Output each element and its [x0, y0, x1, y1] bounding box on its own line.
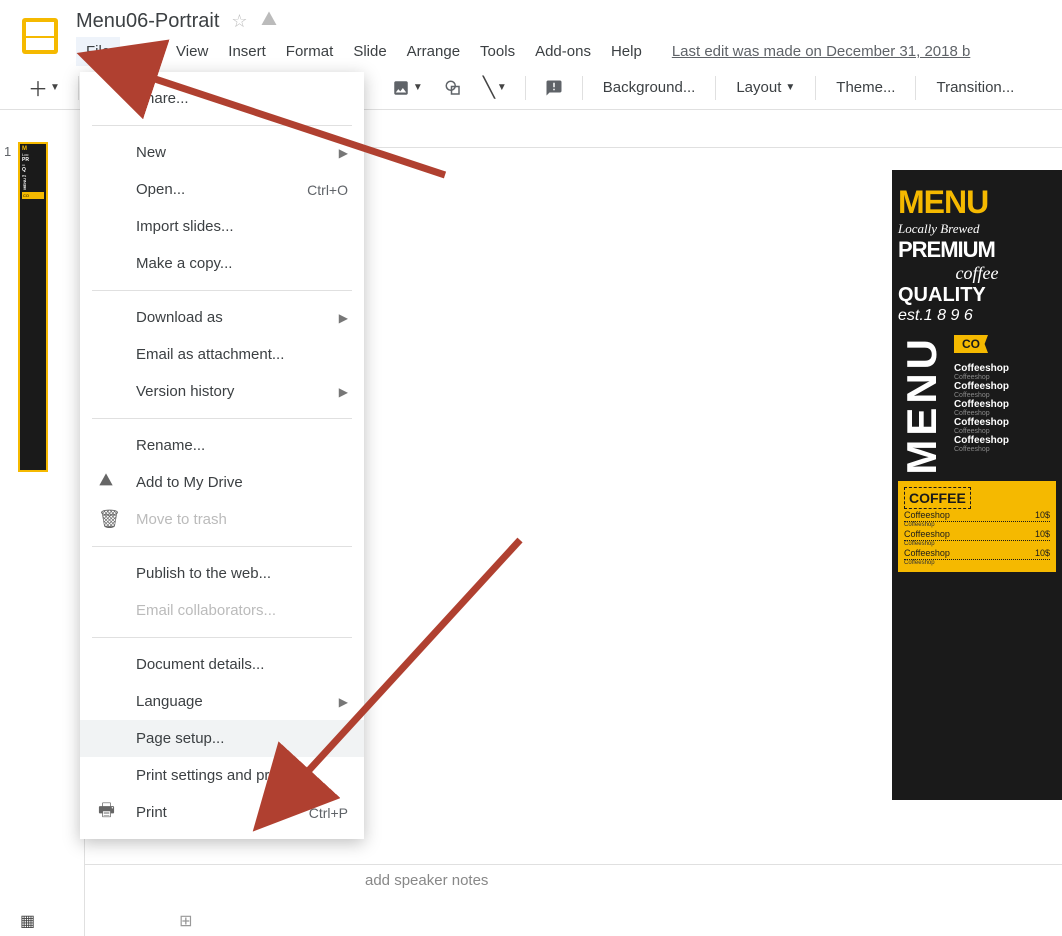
menu-file[interactable]: File [76, 37, 120, 66]
menu-arrange[interactable]: Arrange [397, 37, 470, 66]
menu-item-language[interactable]: Language▶ [80, 683, 364, 720]
menu-item-new[interactable]: New▶ [80, 134, 364, 171]
slide-text-quality: QUALITY [898, 284, 1056, 307]
menu-item-publish-web[interactable]: Publish to the web... [80, 555, 364, 592]
transition-button[interactable]: Transition... [926, 73, 1024, 102]
print-icon: 🖶 [98, 798, 115, 828]
notes-placeholder: add speaker notes [365, 872, 488, 889]
file-dropdown-menu: Share... New▶ Open...Ctrl+O Import slide… [80, 72, 364, 839]
slide-number: 1 [4, 144, 11, 159]
menu-item-download-as[interactable]: Download as▶ [80, 299, 364, 336]
menubar: File Edit View Insert Format Slide Arran… [76, 37, 1062, 66]
menu-edit[interactable]: Edit [120, 37, 166, 66]
document-title[interactable]: Menu06-Portrait [76, 10, 219, 33]
menu-help[interactable]: Help [601, 37, 652, 66]
slide-panel: 1 M Loc PR co Q es MENU CO [0, 130, 85, 936]
menu-view[interactable]: View [166, 37, 218, 66]
menu-item-email-collaborators: Email collaborators... [80, 592, 364, 629]
slide-coffee-title: COFFEE [904, 487, 971, 509]
slide-thumbnail[interactable]: M Loc PR co Q es MENU CO [18, 142, 48, 472]
drive-icon [98, 472, 114, 493]
new-slide-button[interactable]: ＋ ▼ [20, 69, 68, 106]
slide-item: Coffeeshop [954, 363, 1056, 374]
star-icon[interactable]: ☆ [231, 11, 247, 32]
shape-button[interactable] [435, 75, 471, 101]
slide-text-menu-vertical: MENU [898, 335, 946, 475]
menu-item-email-attachment[interactable]: Email as attachment... [80, 336, 364, 373]
slide-canvas[interactable]: MENU Locally Brewed PREMIUM coffee QUALI… [892, 170, 1062, 800]
grid-view-icon[interactable]: ▦ [20, 911, 35, 931]
slide-text-locally: Locally Brewed [898, 221, 1056, 237]
trash-icon: 🗑 [98, 509, 121, 530]
slides-icon [22, 18, 58, 54]
menu-item-document-details[interactable]: Document details... [80, 646, 364, 683]
menu-slide[interactable]: Slide [343, 37, 396, 66]
menu-addons[interactable]: Add-ons [525, 37, 601, 66]
menu-item-page-setup[interactable]: Page setup... [80, 720, 364, 757]
menu-item-open[interactable]: Open...Ctrl+O [80, 171, 364, 208]
image-button[interactable]: ▼ [383, 75, 431, 101]
menu-item-add-to-drive[interactable]: Add to My Drive [80, 464, 364, 501]
theme-button[interactable]: Theme... [826, 73, 905, 102]
layout-button[interactable]: Layout ▼ [726, 73, 805, 102]
slide-text-premium: PREMIUM [898, 237, 1056, 263]
slide-tag-co: CO [954, 335, 988, 353]
speaker-notes[interactable]: add speaker notes [85, 864, 1062, 896]
menu-format[interactable]: Format [276, 37, 344, 66]
menu-tools[interactable]: Tools [470, 37, 525, 66]
slide-text-coffee: coffee [898, 263, 1056, 284]
menu-item-move-to-trash: 🗑Move to trash [80, 501, 364, 538]
background-button[interactable]: Background... [593, 73, 706, 102]
drive-status-icon[interactable] [260, 10, 278, 33]
menu-item-make-copy[interactable]: Make a copy... [80, 245, 364, 282]
menu-item-version-history[interactable]: Version history▶ [80, 373, 364, 410]
menu-item-share[interactable]: Share... [80, 80, 364, 117]
menu-item-rename[interactable]: Rename... [80, 427, 364, 464]
menu-insert[interactable]: Insert [218, 37, 276, 66]
slide-text-est: est.1 8 9 6 [898, 307, 1056, 325]
menu-item-print-settings[interactable]: Print settings and preview [80, 757, 364, 794]
footer: ▦ ⊞ [0, 906, 1062, 936]
line-button[interactable]: ╲ ▼ [475, 71, 515, 104]
filmstrip-icon[interactable]: ⊞ [179, 911, 192, 931]
menu-item-print[interactable]: 🖶PrintCtrl+P [80, 794, 364, 831]
last-edit-link[interactable]: Last edit was made on December 31, 2018 … [672, 43, 971, 60]
slides-logo[interactable] [20, 16, 60, 56]
slide-title-menu: MENU [898, 184, 1056, 221]
comment-button[interactable] [536, 75, 572, 101]
menu-item-import-slides[interactable]: Import slides... [80, 208, 364, 245]
